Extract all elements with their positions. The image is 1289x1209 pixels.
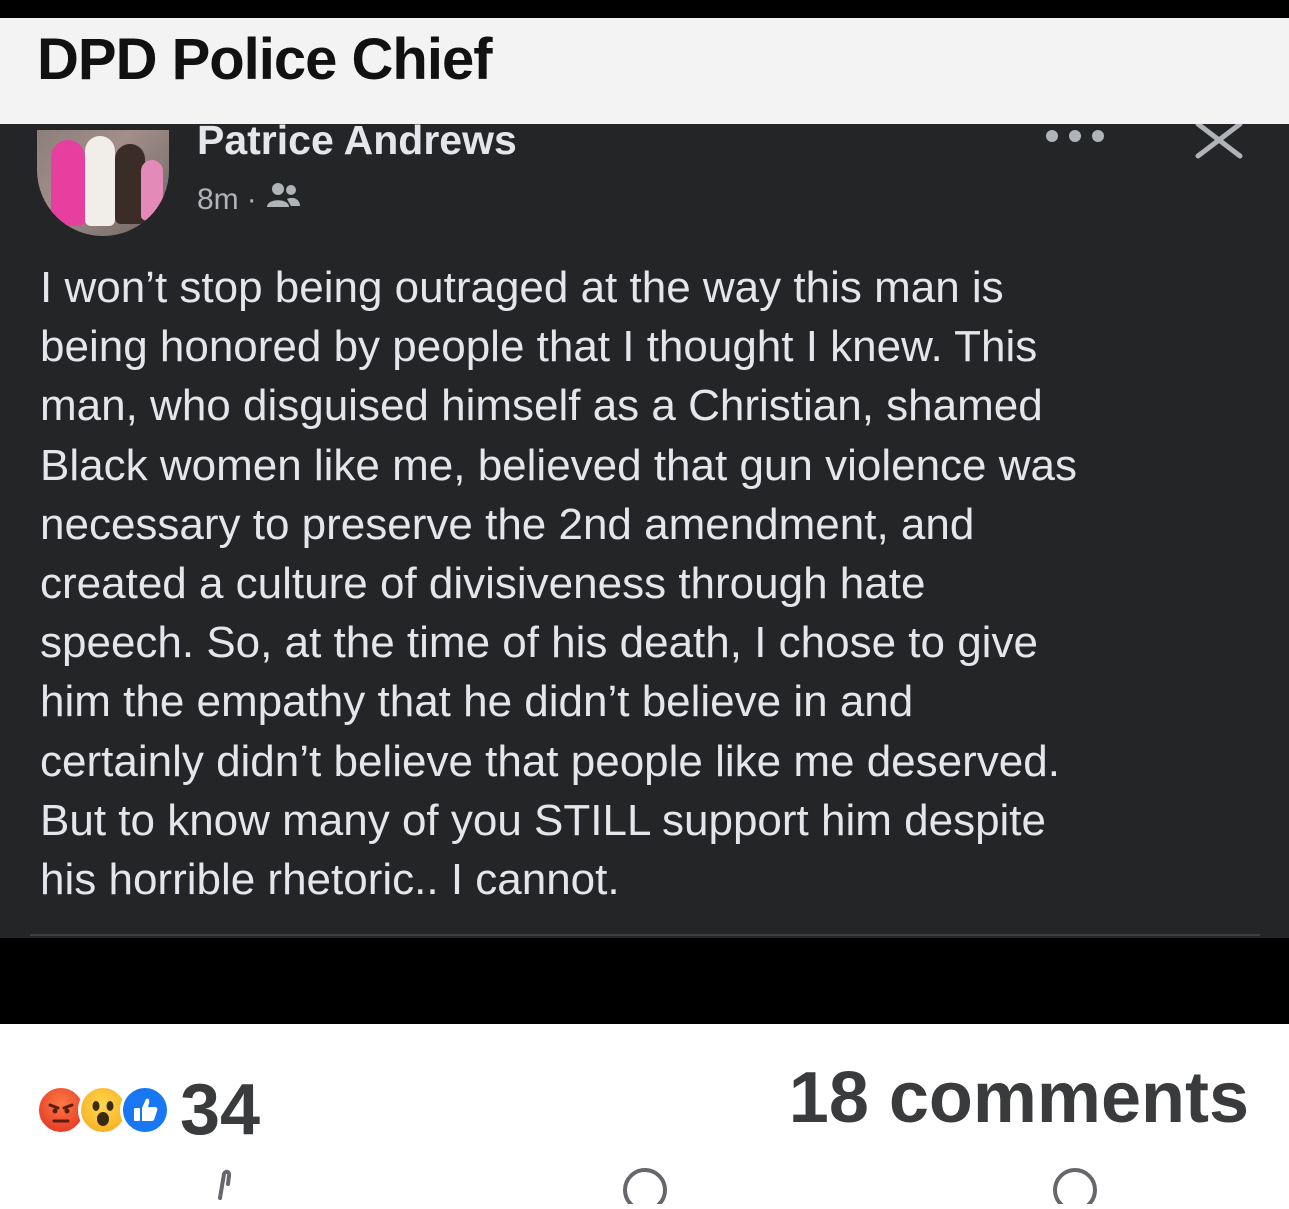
engagement-bar: 34 18 comments <box>0 1024 1289 1209</box>
page-title: DPD Police Chief <box>37 27 493 92</box>
author-avatar[interactable] <box>37 130 169 236</box>
like-reaction-icon <box>120 1085 170 1135</box>
comments-count[interactable]: 18 comments <box>789 1058 1249 1138</box>
post-time[interactable]: 8m <box>197 180 239 220</box>
comment-icon[interactable] <box>620 1164 670 1209</box>
post-meta: 8m · <box>197 180 301 220</box>
like-icon[interactable] <box>200 1164 250 1204</box>
friends-icon <box>265 180 301 220</box>
more-options-icon[interactable] <box>1046 124 1104 148</box>
post-screenshot: Patrice Andrews 8m · I won’t stop being … <box>0 124 1289 938</box>
reactions-summary[interactable]: 34 <box>36 1070 260 1150</box>
reaction-count: 34 <box>180 1070 261 1150</box>
post-body: I won’t stop being outraged at the way t… <box>40 263 1077 905</box>
divider <box>30 934 1260 936</box>
share-icon[interactable] <box>1050 1164 1100 1209</box>
black-band <box>0 938 1289 1024</box>
page-header: DPD Police Chief <box>0 18 1289 124</box>
author-name[interactable]: Patrice Andrews <box>197 124 517 164</box>
meta-separator: · <box>246 183 257 216</box>
top-black-strip <box>0 0 1289 18</box>
close-icon[interactable] <box>1192 124 1246 160</box>
